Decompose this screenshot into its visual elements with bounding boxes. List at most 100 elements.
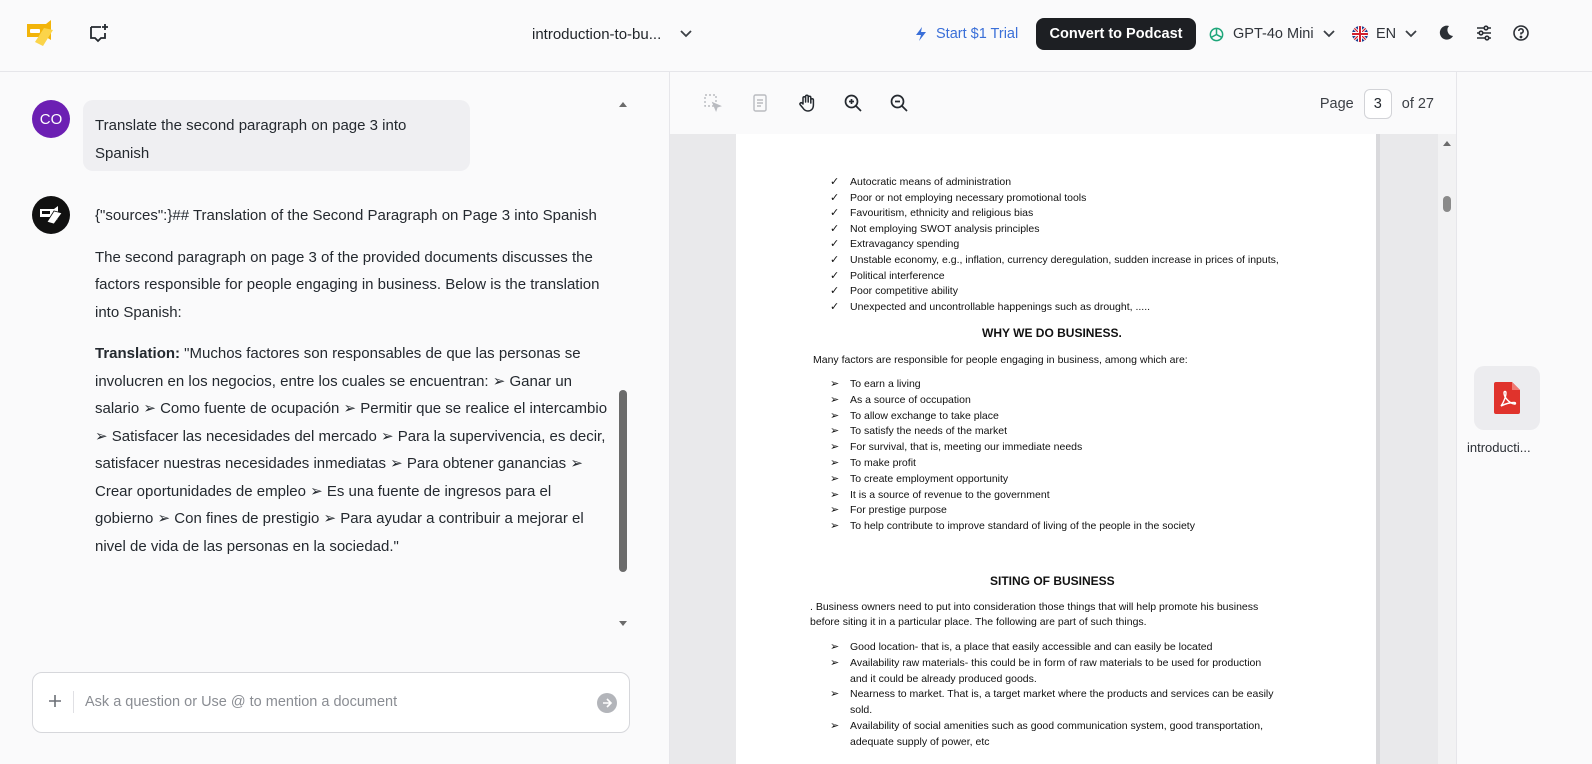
pdf-list-item: For prestige purpose	[850, 504, 947, 517]
top-bar: introduction-to-bu... Start $1 Trial Con…	[0, 0, 1592, 72]
viewer-toolbar: Page 3 of 27	[670, 72, 1456, 134]
pdf-list-item: and it could be already produced goods.	[850, 672, 1037, 685]
dark-mode-icon[interactable]	[1437, 24, 1455, 42]
pdf-list-item: adequate supply of power, etc	[850, 735, 990, 748]
chat-input-box	[32, 672, 630, 733]
pdf-paragraph: . Business owners need to put into consi…	[810, 601, 1259, 613]
answer-translation: Translation: "Muchos factores son respon…	[95, 340, 610, 560]
app-logo-icon[interactable]	[24, 20, 56, 48]
start-trial-link[interactable]: Start $1 Trial	[914, 22, 1018, 46]
pdf-list-item: For survival, that is, meeting our immed…	[850, 441, 1083, 454]
pdf-list-item: To help contribute to improve standard o…	[850, 520, 1195, 533]
viewer-scrollbar[interactable]	[1438, 134, 1456, 764]
pdf-list-item: To satisfy the needs of the market	[850, 425, 1007, 438]
assistant-answer: {"sources":}## Translation of the Second…	[95, 202, 610, 574]
chevron-down-icon	[1322, 30, 1335, 38]
arrow-bullet-icon: ➢	[830, 656, 840, 669]
assistant-avatar	[32, 196, 70, 234]
arrow-bullet-icon: ➢	[830, 720, 840, 732]
convert-to-podcast-button[interactable]: Convert to Podcast	[1036, 18, 1196, 50]
zoom-out-icon[interactable]	[889, 93, 909, 113]
checkmark-icon: ✓	[830, 300, 840, 313]
pdf-viewer: Page 3 of 27 ✓ Autocratic means of admini…	[670, 72, 1456, 764]
pdf-heading-siting-of-business: SITING OF BUSINESS	[990, 574, 1115, 588]
scroll-up-arrow-icon[interactable]	[618, 100, 628, 108]
scroll-down-arrow-icon[interactable]	[618, 620, 628, 628]
help-icon[interactable]	[1512, 24, 1530, 42]
model-label: GPT-4o Mini	[1233, 26, 1314, 42]
checkmark-icon: ✓	[830, 207, 840, 220]
document-card-label: introducti...	[1467, 440, 1531, 455]
pdf-file-icon	[1494, 382, 1520, 414]
checkmark-icon: ✓	[830, 254, 840, 266]
checkmark-icon: ✓	[830, 191, 840, 204]
pdf-scroll-area[interactable]: ✓ Autocratic means of administration ✓ Poor…	[670, 134, 1456, 764]
pdf-checklist-item: Poor competitive ability	[850, 285, 958, 298]
answer-heading: {"sources":}## Translation of the Second…	[95, 207, 597, 224]
start-trial-label: Start $1 Trial	[936, 26, 1019, 42]
pdf-heading-why-we-do-business: WHY WE DO BUSINESS.	[982, 326, 1122, 340]
scroll-up-arrow-icon[interactable]	[1443, 140, 1451, 146]
settings-sliders-icon[interactable]	[1475, 24, 1493, 42]
arrow-bullet-icon: ➢	[830, 457, 840, 469]
chevron-down-icon	[680, 30, 692, 38]
pdf-list-item: Availability of social amenities such as…	[850, 720, 1264, 732]
checkmark-icon: ✓	[830, 176, 840, 188]
arrow-bullet-icon: ➢	[830, 641, 840, 653]
pdf-list-item: To create employment opportunity	[850, 472, 1009, 485]
document-selector[interactable]: introduction-to-bu...	[532, 22, 693, 46]
arrow-right-icon	[603, 698, 613, 708]
chat-input[interactable]	[85, 689, 585, 715]
arrow-bullet-icon: ➢	[830, 393, 840, 406]
pdf-checklist-item: Political interference	[850, 269, 945, 282]
select-text-icon[interactable]	[703, 93, 723, 113]
arrow-bullet-icon: ➢	[830, 441, 840, 454]
pdf-checklist-item: Unexpected and uncontrollable happenings…	[850, 300, 1151, 313]
user-avatar: CO	[32, 100, 70, 138]
arrow-bullet-icon: ➢	[830, 472, 840, 485]
pdf-checklist-item: Not employing SWOT analysis principles	[850, 222, 1040, 235]
pdf-list-item: To allow exchange to take place	[850, 409, 999, 422]
chat-scrollbar-thumb[interactable]	[619, 390, 627, 572]
zoom-in-icon[interactable]	[843, 93, 863, 113]
input-divider	[73, 691, 74, 713]
translation-text: "Muchos factores son responsables de que…	[95, 345, 608, 555]
document-card[interactable]	[1474, 366, 1540, 430]
pdf-list-item: Nearness to market. That is, a target ma…	[850, 688, 1274, 701]
document-name: introduction-to-bu...	[532, 25, 662, 43]
arrow-bullet-icon: ➢	[830, 425, 840, 438]
page-number-input[interactable]: 3	[1363, 89, 1392, 119]
answer-intro: The second paragraph on page 3 of the pr…	[95, 248, 600, 321]
pdf-list-item: Good location- that is, a place that eas…	[850, 641, 1213, 653]
pdf-list-item: It is a source of revenue to the governm…	[850, 488, 1050, 501]
hand-pan-icon[interactable]	[797, 93, 817, 113]
arrow-bullet-icon: ➢	[830, 520, 840, 533]
checkmark-icon: ✓	[830, 269, 840, 282]
new-chat-icon[interactable]	[88, 22, 110, 44]
arrow-bullet-icon: ➢	[830, 504, 840, 517]
pdf-list-item: To make profit	[850, 457, 916, 469]
user-message: Translate the second paragraph on page 3…	[83, 100, 470, 171]
lightning-icon	[916, 27, 926, 41]
uk-flag-icon	[1352, 26, 1368, 42]
pdf-checklist-item: Favouritism, ethnicity and religious bia…	[850, 207, 1034, 220]
language-selector[interactable]: EN	[1352, 22, 1418, 46]
checkmark-icon: ✓	[830, 238, 840, 251]
openai-icon	[1209, 27, 1224, 41]
pdf-checklist-item: Extravagancy spending	[850, 238, 960, 251]
documents-rail: introducti...	[1456, 72, 1592, 764]
checkmark-icon: ✓	[830, 285, 840, 298]
add-attachment-icon[interactable]	[47, 693, 63, 709]
document-icon[interactable]	[750, 93, 770, 113]
assistant-logo-icon	[40, 206, 63, 225]
viewer-scrollbar-thumb[interactable]	[1443, 196, 1451, 212]
chevron-down-icon	[1405, 30, 1417, 38]
pdf-list-item: To earn a living	[850, 378, 921, 390]
page-label: Page	[1319, 96, 1354, 112]
send-button[interactable]	[597, 693, 617, 713]
pdf-checklist-item: Autocratic means of administration	[850, 176, 1012, 188]
pdf-paragraph: Many factors are responsible for people …	[813, 354, 1188, 366]
arrow-bullet-icon: ➢	[830, 409, 840, 422]
pdf-list-item: sold.	[850, 704, 873, 717]
model-selector[interactable]: GPT-4o Mini	[1208, 22, 1336, 46]
